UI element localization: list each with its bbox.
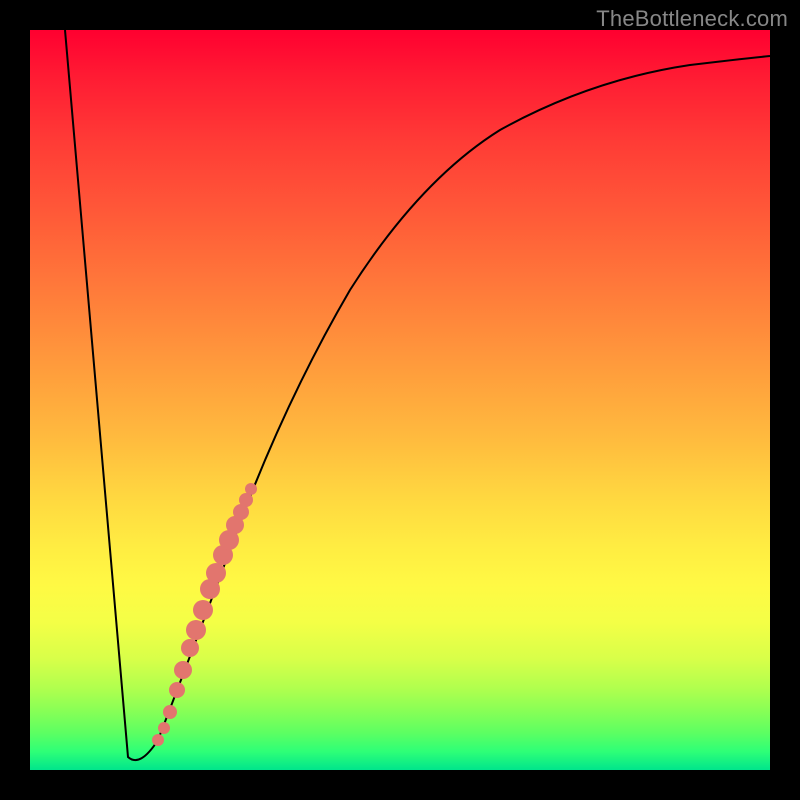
marker-group: [152, 483, 257, 746]
chart-svg: [30, 30, 770, 770]
plot-area: [30, 30, 770, 770]
curve-marker: [158, 722, 170, 734]
curve-marker: [152, 734, 164, 746]
curve-marker: [206, 563, 226, 583]
curve-marker: [169, 682, 185, 698]
curve-marker: [181, 639, 199, 657]
curve-marker: [239, 493, 253, 507]
curve-marker: [193, 600, 213, 620]
bottleneck-curve: [65, 30, 770, 760]
curve-marker: [174, 661, 192, 679]
curve-marker: [163, 705, 177, 719]
chart-frame: TheBottleneck.com: [0, 0, 800, 800]
watermark-text: TheBottleneck.com: [596, 6, 788, 32]
curve-marker: [245, 483, 257, 495]
curve-marker: [186, 620, 206, 640]
